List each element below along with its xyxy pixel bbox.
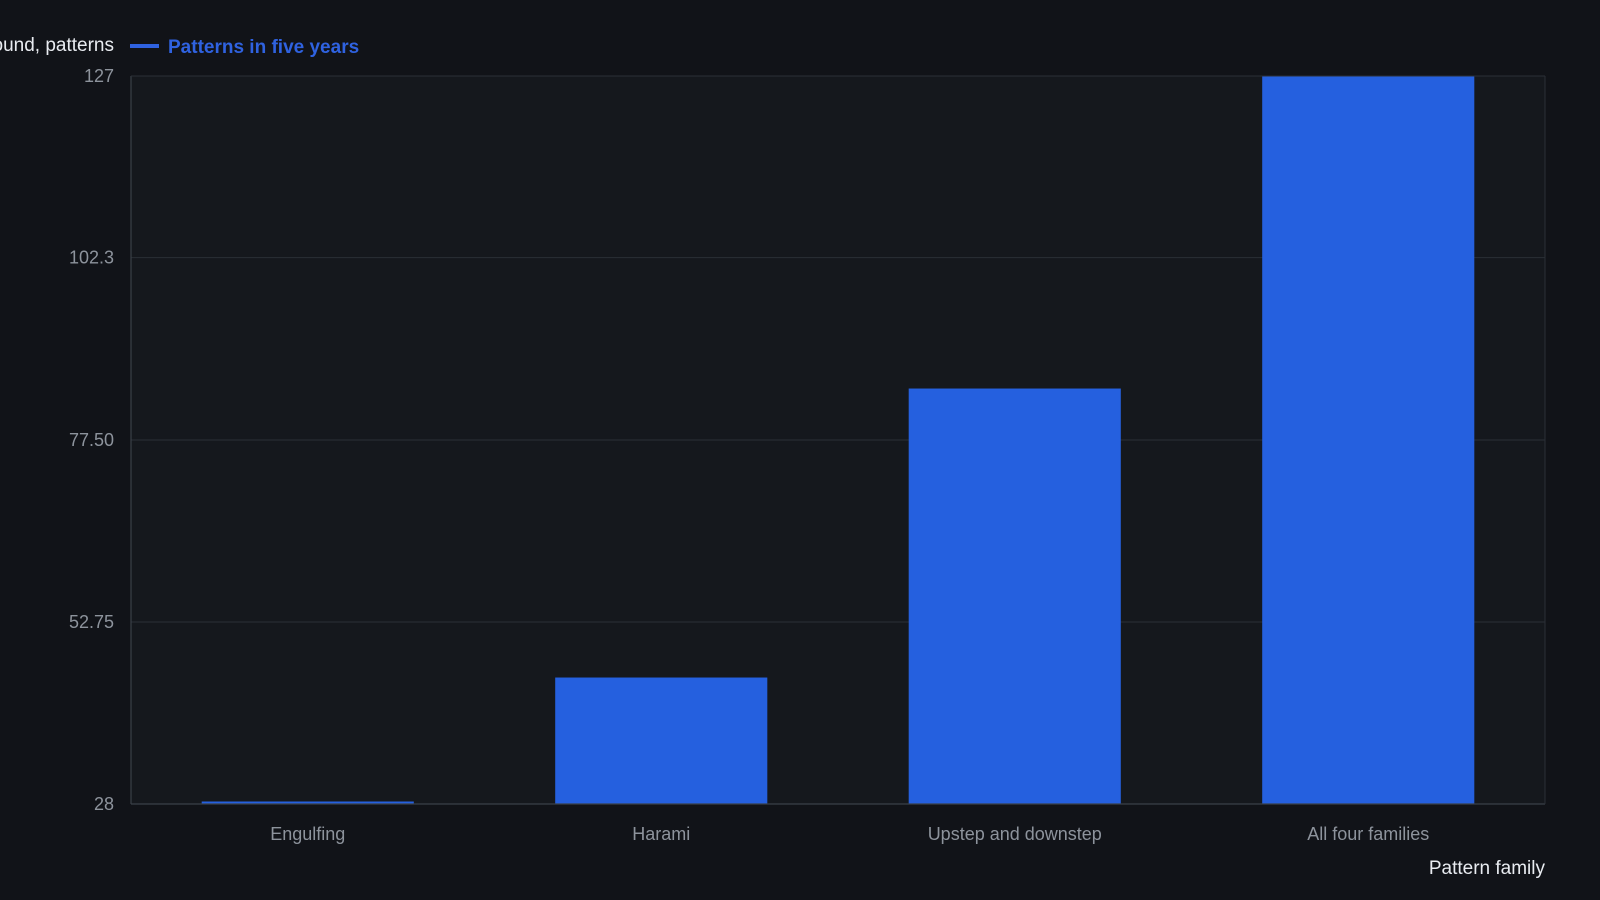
bar-harami[interactable] bbox=[555, 677, 768, 804]
y-tick-label: 77.50 bbox=[69, 430, 114, 450]
x-axis-title: Pattern family bbox=[1429, 858, 1546, 879]
bar-chart-svg: 28 52.75 77.50 102.3 127 Engulfing Harami Upst… bbox=[0, 35, 1546, 879]
x-tick-label: All four families bbox=[1307, 824, 1429, 844]
y-axis-title: ound, patterns bbox=[0, 35, 114, 56]
chart: 28 52.75 77.50 102.3 127 Engulfing Harami Upst… bbox=[0, 0, 1600, 900]
x-axis-ticks: Engulfing Harami Upstep and downstep All fo… bbox=[270, 824, 1429, 844]
y-tick-label: 127 bbox=[84, 66, 114, 86]
y-tick-label: 28 bbox=[94, 794, 114, 814]
x-tick-label: Upstep and downstep bbox=[928, 824, 1102, 844]
x-tick-label: Harami bbox=[632, 824, 690, 844]
legend[interactable]: Patterns in five years bbox=[130, 37, 359, 58]
bar-upstep-and-downstep[interactable] bbox=[908, 388, 1121, 804]
y-tick-label: 102.3 bbox=[69, 248, 114, 268]
y-axis-ticks: 28 52.75 77.50 102.3 127 bbox=[69, 66, 114, 814]
legend-label: Patterns in five years bbox=[168, 37, 359, 58]
bar-all-four-families[interactable] bbox=[1262, 76, 1475, 804]
x-tick-label: Engulfing bbox=[270, 824, 345, 844]
y-tick-label: 52.75 bbox=[69, 612, 114, 632]
